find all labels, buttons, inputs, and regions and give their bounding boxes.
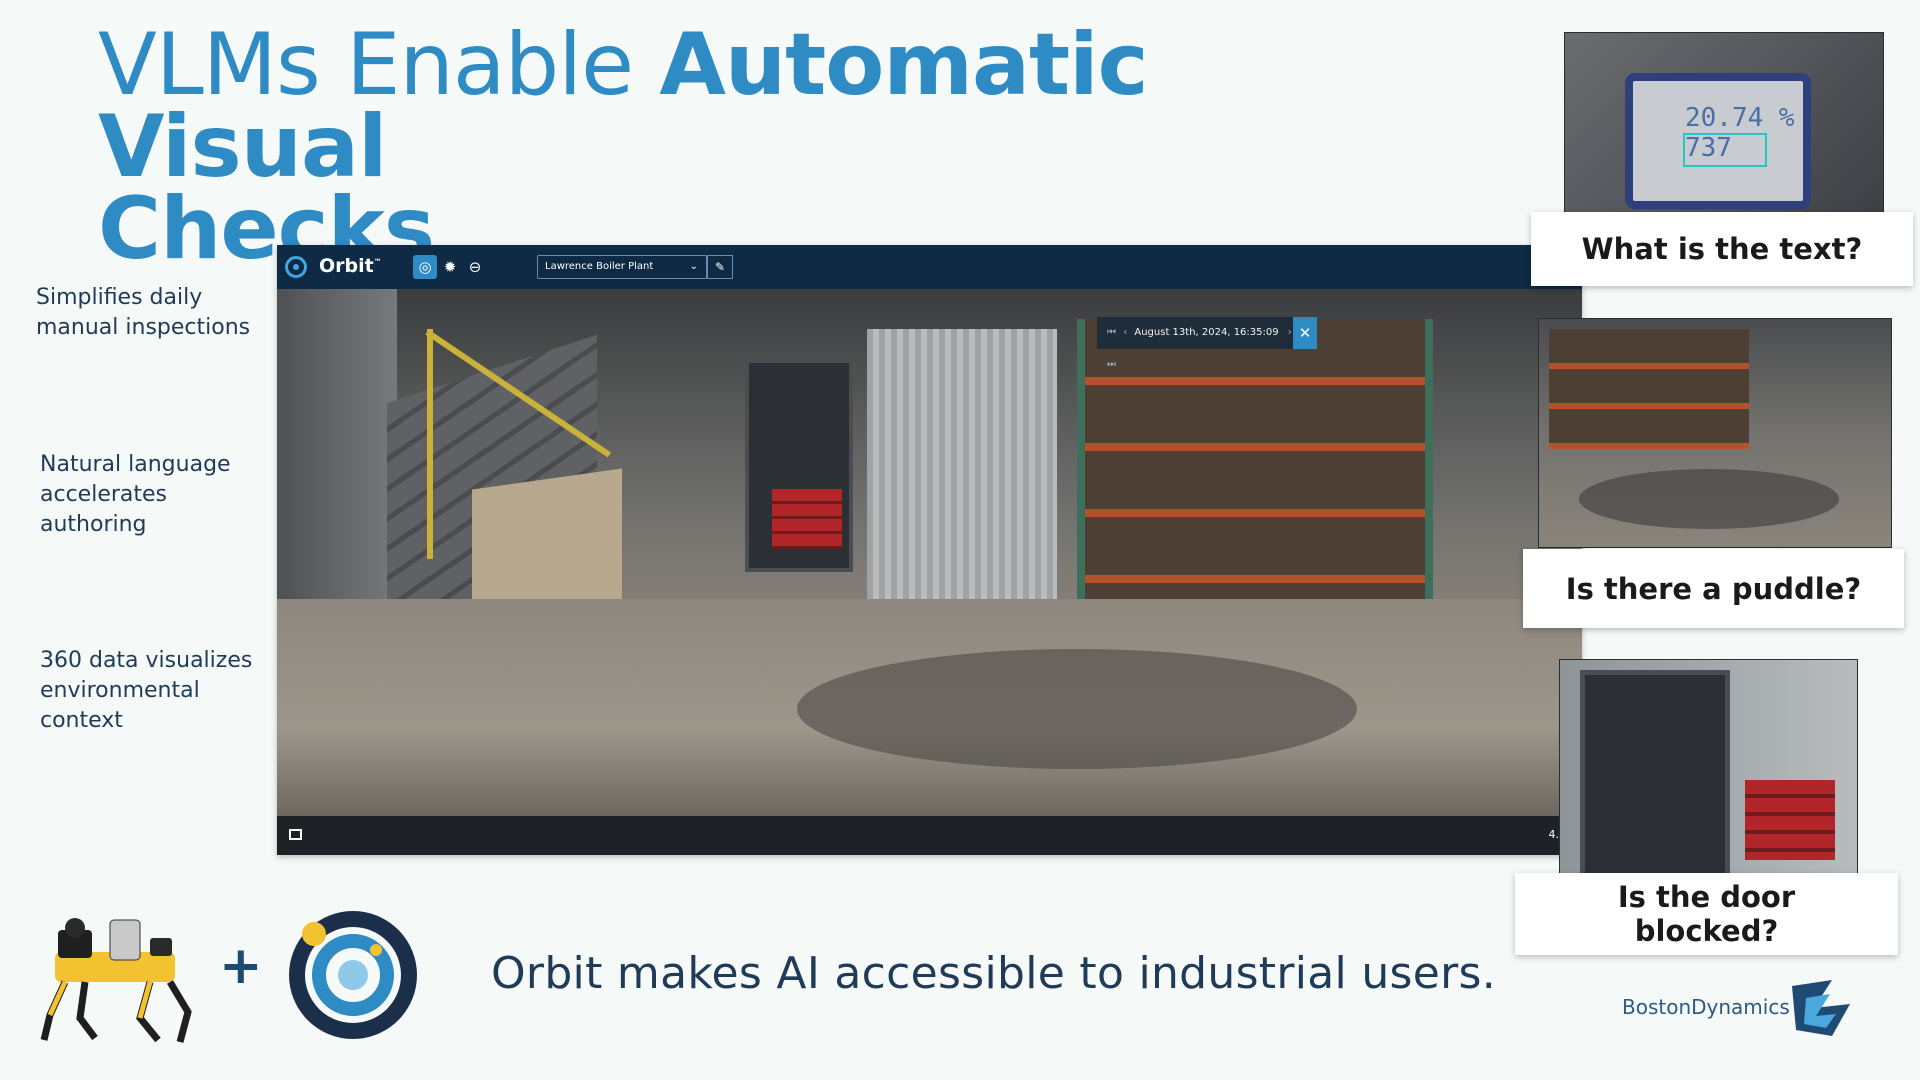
red-bins-mini — [1745, 780, 1835, 860]
chevron-down-icon: ⌄ — [689, 261, 698, 272]
pencil-icon[interactable]: ✎ — [707, 255, 733, 279]
app-top-bar: Orbit™ ◎ ✹ ⊖ Lawrence Boiler Plant ⌄ ✎ ✚ — [277, 245, 1582, 289]
tagline: Orbit makes AI accessible to industrial … — [491, 948, 1497, 999]
question-card-door: Is the door blocked? — [1515, 873, 1898, 955]
question-door-line1: Is the door — [1617, 880, 1796, 914]
prev-icon[interactable]: ‹ — [1123, 327, 1127, 338]
question-door-line2: blocked? — [1634, 914, 1779, 948]
example-door-image — [1559, 659, 1858, 876]
example-gauge-image: 20.74 % 737 — [1564, 32, 1884, 224]
bullet-manual-inspections: Simplifies daily manual inspections — [36, 285, 251, 340]
boston-dynamics-logo-icon — [1792, 980, 1850, 1036]
question-card-puddle: Is there a puddle? — [1523, 549, 1904, 628]
scene-rail — [427, 329, 433, 559]
gear-icon[interactable]: ✹ — [438, 255, 462, 279]
timestamp-text: August 13th, 2024, 16:35:09 — [1134, 327, 1279, 338]
scene-puddle — [797, 649, 1357, 769]
sidebar-toggle-icon[interactable] — [289, 829, 302, 840]
question-card-text: What is the text? — [1531, 212, 1913, 286]
timestamp-navigator: ⏮ ‹ August 13th, 2024, 16:35:09 › ⏭ — [1097, 317, 1307, 370]
next-icon[interactable]: › — [1288, 327, 1292, 338]
app-bottom-bar: 4.1 — [277, 816, 1582, 855]
app-brand: Orbit™ — [319, 255, 382, 277]
example-puddle-image — [1538, 318, 1892, 548]
close-icon[interactable]: ✕ — [1293, 317, 1317, 349]
shelf-mini — [1549, 329, 1749, 449]
orbit-app-window: Orbit™ ◎ ✹ ⊖ Lawrence Boiler Plant ⌄ ✎ ✚… — [277, 245, 1582, 855]
bullet-360-data: 360 data visualizes environmental contex… — [40, 648, 253, 733]
last-icon[interactable]: ⏭ — [1107, 359, 1116, 370]
question-text: What is the text? — [1581, 232, 1863, 266]
question-puddle: Is there a puddle? — [1565, 571, 1862, 606]
orbit-brand-icon — [289, 911, 417, 1039]
target-icon[interactable]: ◎ — [413, 255, 437, 279]
door-mini — [1580, 670, 1730, 875]
device-screen: 20.74 % 737 — [1625, 73, 1811, 209]
site-select-dropdown[interactable]: Lawrence Boiler Plant ⌄ — [537, 255, 707, 279]
boston-dynamics-wordmark: BostonDynamics — [1622, 995, 1790, 1019]
scene-shelving — [1077, 319, 1433, 609]
app-brand-tm: ™ — [373, 257, 382, 267]
scene-wall-panel — [867, 329, 1057, 609]
panorama-view[interactable]: ⏮ ‹ August 13th, 2024, 16:35:09 › ⏭ ✕ — [277, 289, 1582, 816]
puddle-mini — [1579, 469, 1839, 529]
site-select-value: Lawrence Boiler Plant — [545, 261, 654, 272]
slide-title: VLMs Enable Automatic Visual Checks — [98, 22, 1338, 272]
first-icon[interactable]: ⏮ — [1107, 327, 1116, 338]
search-zoom-icon[interactable]: ⊖ — [463, 255, 487, 279]
bullet-natural-language: Natural language accelerates authoring — [40, 452, 231, 537]
scene-red-bins — [772, 489, 842, 549]
roi-box — [1683, 133, 1767, 167]
plus-icon: + — [219, 936, 263, 996]
orbit-logo-icon[interactable] — [285, 256, 307, 278]
app-brand-name: Orbit — [319, 255, 374, 277]
spot-robot-icon — [40, 918, 192, 1043]
